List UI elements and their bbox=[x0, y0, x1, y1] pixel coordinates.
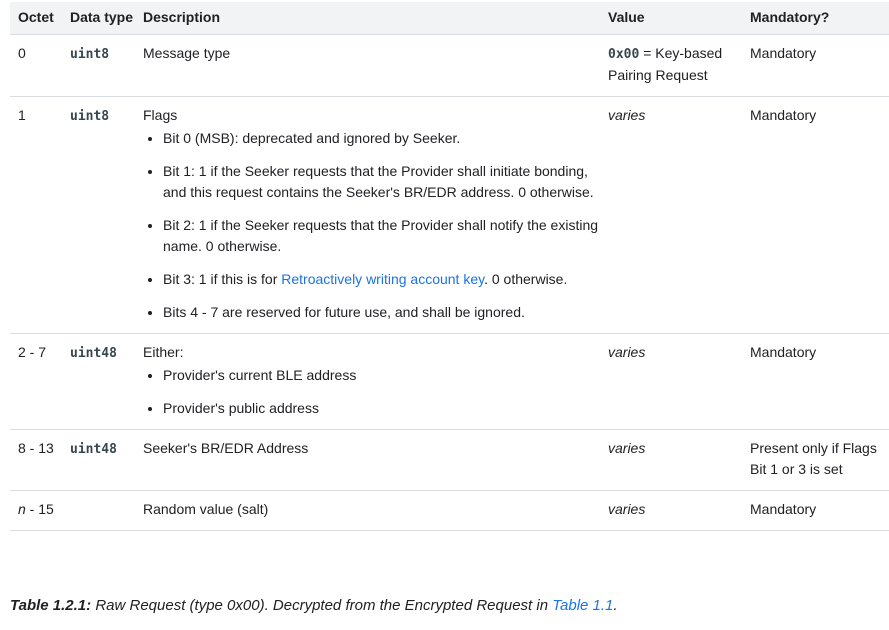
octet-cell: 8 - 13 bbox=[10, 429, 70, 491]
list-item: Bits 4 - 7 are reserved for future use, … bbox=[163, 302, 602, 323]
list-item: Provider's public address bbox=[163, 398, 602, 419]
bit-text: Bit 3: 1 if this is for bbox=[163, 271, 282, 287]
description-cell: Seeker's BR/EDR Address bbox=[143, 429, 608, 491]
type-code: uint48 bbox=[70, 346, 117, 361]
value-cell: varies bbox=[608, 333, 750, 430]
list-item: Bit 3: 1 if this is for Retroactively wr… bbox=[163, 269, 602, 290]
type-code: uint8 bbox=[70, 109, 110, 124]
description-cell: Either: Provider's current BLE address P… bbox=[143, 333, 608, 430]
type-cell: uint48 bbox=[70, 429, 143, 491]
value-cell: varies bbox=[608, 490, 750, 531]
value-cell: varies bbox=[608, 429, 750, 491]
table-row: 0 uint8 Message type 0x00 = Key-based Pa… bbox=[10, 34, 889, 97]
description-cell: Flags Bit 0 (MSB): deprecated and ignore… bbox=[143, 96, 608, 334]
table-row: 1 uint8 Flags Bit 0 (MSB): deprecated an… bbox=[10, 96, 889, 334]
description-cell: Random value (salt) bbox=[143, 490, 608, 531]
mandatory-cell: Mandatory bbox=[750, 34, 889, 97]
bit-text: . 0 otherwise. bbox=[484, 271, 568, 287]
octet-range-end: - 15 bbox=[25, 501, 54, 517]
type-cell bbox=[70, 490, 143, 531]
description-text: Either: bbox=[143, 344, 184, 360]
address-list: Provider's current BLE address Provider'… bbox=[143, 365, 602, 419]
header-value: Value bbox=[608, 2, 750, 35]
type-cell: uint48 bbox=[70, 333, 143, 430]
value-cell: varies bbox=[608, 96, 750, 334]
list-item: Provider's current BLE address bbox=[163, 365, 602, 386]
octet-cell: 0 bbox=[10, 34, 70, 97]
type-code: uint8 bbox=[70, 47, 110, 62]
list-item: Bit 1: 1 if the Seeker requests that the… bbox=[163, 161, 602, 203]
value-cell: 0x00 = Key-based Pairing Request bbox=[608, 34, 750, 97]
table-row: 2 - 7 uint48 Either: Provider's current … bbox=[10, 333, 889, 430]
octet-cell: 2 - 7 bbox=[10, 333, 70, 430]
caption-label: Table 1.2.1: bbox=[10, 597, 92, 614]
type-cell: uint8 bbox=[70, 34, 143, 97]
caption-text: Raw Request (type 0x00). Decrypted from … bbox=[91, 597, 553, 614]
table-1-1-link[interactable]: Table 1.1 bbox=[552, 597, 613, 614]
header-mandatory: Mandatory? bbox=[750, 2, 889, 35]
header-description: Description bbox=[143, 2, 608, 35]
mandatory-cell: Mandatory bbox=[750, 490, 889, 531]
octet-variable: n bbox=[18, 501, 26, 517]
table-row: n - 15 Random value (salt) varies Mandat… bbox=[10, 490, 889, 531]
mandatory-cell: Mandatory bbox=[750, 333, 889, 430]
octet-cell: n - 15 bbox=[10, 490, 70, 531]
raw-request-table: Octet Data type Description Value Mandat… bbox=[10, 2, 889, 531]
value-code: 0x00 bbox=[608, 47, 640, 62]
header-data-type: Data type bbox=[70, 2, 143, 35]
table-row: 8 - 13 uint48 Seeker's BR/EDR Address va… bbox=[10, 429, 889, 491]
description-cell: Message type bbox=[143, 34, 608, 97]
flags-bit-list: Bit 0 (MSB): deprecated and ignored by S… bbox=[143, 128, 602, 323]
mandatory-cell: Mandatory bbox=[750, 96, 889, 334]
type-cell: uint8 bbox=[70, 96, 143, 334]
list-item: Bit 0 (MSB): deprecated and ignored by S… bbox=[163, 128, 602, 149]
table-caption: Table 1.2.1: Raw Request (type 0x00). De… bbox=[10, 597, 618, 614]
octet-cell: 1 bbox=[10, 96, 70, 334]
caption-end: . bbox=[613, 597, 618, 614]
description-text: Flags bbox=[143, 107, 178, 123]
type-code: uint48 bbox=[70, 442, 117, 457]
retroactively-writing-account-key-link[interactable]: Retroactively writing account key bbox=[281, 271, 484, 287]
table-header-row: Octet Data type Description Value Mandat… bbox=[10, 2, 889, 35]
mandatory-cell: Present only if Flags Bit 1 or 3 is set bbox=[750, 429, 889, 491]
list-item: Bit 2: 1 if the Seeker requests that the… bbox=[163, 215, 602, 257]
header-octet: Octet bbox=[10, 2, 70, 35]
